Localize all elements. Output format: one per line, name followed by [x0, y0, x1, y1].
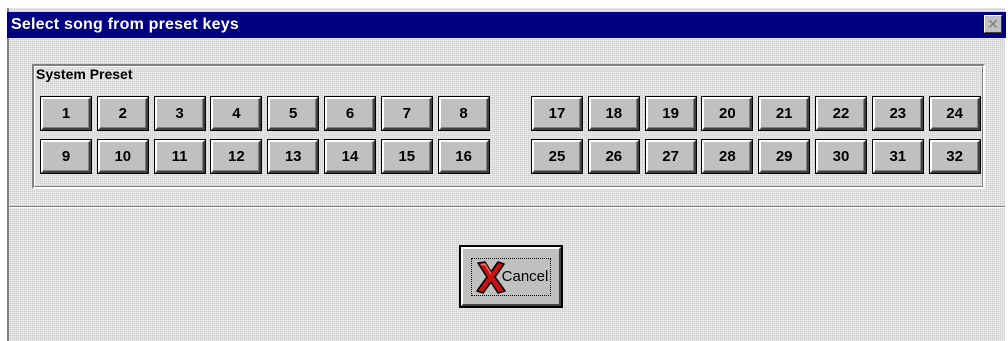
preset-key-27[interactable]: 27 — [644, 139, 697, 174]
preset-key-15[interactable]: 15 — [380, 139, 433, 174]
preset-key-12[interactable]: 12 — [210, 139, 263, 174]
preset-key-24[interactable]: 24 — [928, 96, 981, 131]
preset-key-8[interactable]: 8 — [437, 96, 490, 131]
preset-key-1[interactable]: 1 — [40, 96, 92, 131]
preset-key-32[interactable]: 32 — [928, 139, 981, 174]
preset-key-4[interactable]: 4 — [210, 96, 263, 131]
preset-key-3[interactable]: 3 — [153, 96, 206, 131]
cancel-label: Cancel — [501, 268, 549, 285]
window-title: Select song from preset keys — [11, 16, 239, 33]
preset-key-19[interactable]: 19 — [644, 96, 697, 131]
close-button[interactable]: ✕ — [984, 15, 1002, 33]
group-label: System Preset — [36, 66, 133, 82]
close-icon: ✕ — [987, 16, 999, 32]
preset-key-18[interactable]: 18 — [587, 96, 640, 131]
preset-key-11[interactable]: 11 — [153, 139, 206, 174]
preset-key-26[interactable]: 26 — [587, 139, 640, 174]
title-bar: Select song from preset keys ✕ — [7, 12, 1006, 38]
preset-key-21[interactable]: 21 — [758, 96, 811, 131]
preset-key-14[interactable]: 14 — [324, 139, 376, 174]
preset-key-20[interactable]: 20 — [701, 96, 754, 131]
preset-key-7[interactable]: 7 — [380, 96, 433, 131]
preset-key-13[interactable]: 13 — [267, 139, 320, 174]
preset-key-29[interactable]: 29 — [758, 139, 811, 174]
cancel-button[interactable]: Cancel — [459, 245, 563, 308]
preset-key-22[interactable]: 22 — [815, 96, 867, 131]
preset-key-5[interactable]: 5 — [267, 96, 320, 131]
preset-key-2[interactable]: 2 — [96, 96, 149, 131]
preset-key-31[interactable]: 31 — [871, 139, 924, 174]
preset-key-9[interactable]: 9 — [40, 139, 92, 174]
preset-key-23[interactable]: 23 — [871, 96, 924, 131]
preset-key-10[interactable]: 10 — [96, 139, 149, 174]
preset-key-30[interactable]: 30 — [815, 139, 867, 174]
preset-key-28[interactable]: 28 — [701, 139, 754, 174]
preset-key-17[interactable]: 17 — [531, 96, 583, 131]
preset-key-25[interactable]: 25 — [531, 139, 583, 174]
preset-key-6[interactable]: 6 — [324, 96, 376, 131]
separator — [9, 206, 1005, 208]
preset-key-16[interactable]: 16 — [437, 139, 490, 174]
